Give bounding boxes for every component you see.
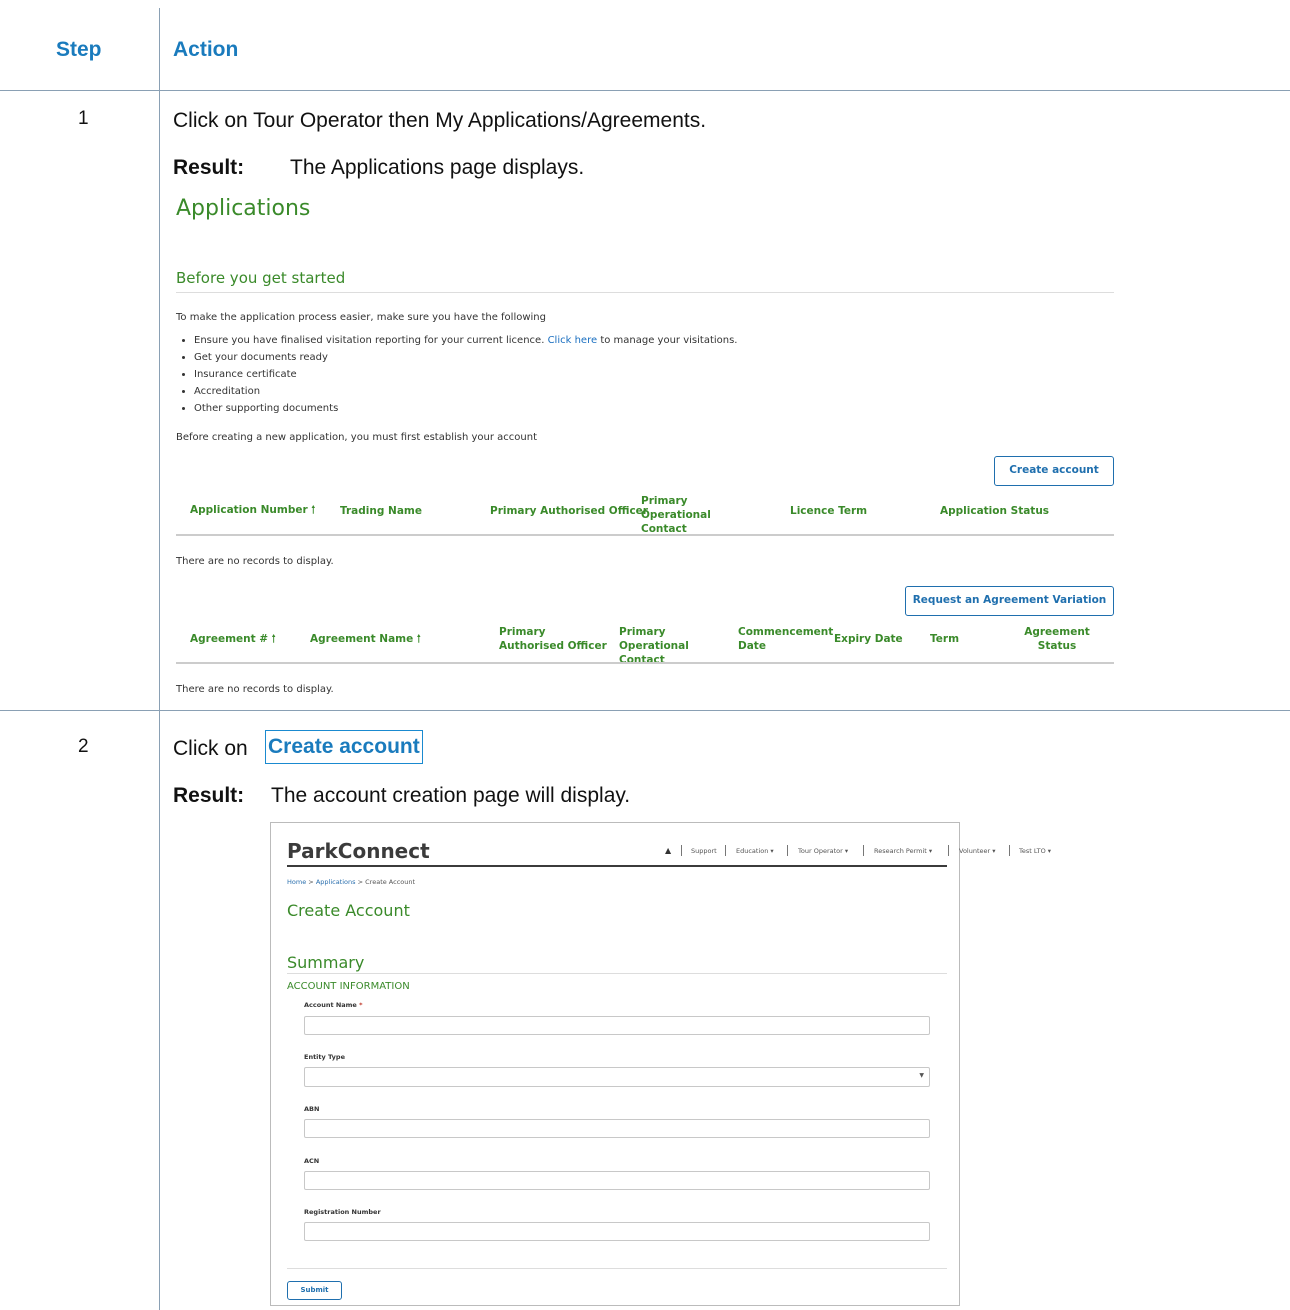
step1-instruction: Click on Tour Operator then My Applicati… (173, 109, 707, 132)
account-name-label: Account Name * (304, 1001, 363, 1009)
list-item: Other supporting documents (194, 400, 738, 417)
requirements-list: Ensure you have finalised visitation rep… (176, 332, 738, 417)
create-account-screenshot: ParkConnect ▲ Support Education ▾ Tour O… (270, 822, 1051, 1306)
sort-up-arrow-icon: 🠑 (311, 504, 316, 516)
create-account-button[interactable]: Create account (994, 456, 1114, 486)
col-agreement-contact[interactable]: Primary Operational Contact (619, 625, 729, 667)
col-agreement-name[interactable]: Agreement Name 🠑 (310, 632, 421, 646)
nav-rule (287, 865, 947, 867)
step2-result-text: The account creation page will display. (271, 784, 631, 807)
col-agreement-status[interactable]: Agreement Status (1022, 625, 1092, 653)
step-number-1: 1 (78, 108, 89, 129)
table-rule (176, 534, 1114, 536)
col-trading-name[interactable]: Trading Name (340, 504, 422, 518)
click-here-link[interactable]: Click here (548, 335, 598, 346)
abn-input[interactable] (304, 1119, 930, 1138)
nav-research-permit[interactable]: Research Permit ▾ (874, 847, 932, 855)
no-records-agreements: There are no records to display. (176, 684, 334, 695)
parkconnect-logo: ParkConnect (287, 839, 430, 863)
page-title: Create Account (287, 901, 410, 920)
account-name-input[interactable] (304, 1016, 930, 1035)
sort-up-arrow-icon: 🠑 (271, 633, 276, 645)
nav-support[interactable]: Support (691, 847, 717, 855)
summary-rule (287, 973, 947, 974)
acn-input[interactable] (304, 1171, 930, 1190)
abn-label: ABN (304, 1105, 320, 1113)
breadcrumb: Home > Applications > Create Account (287, 878, 416, 886)
home-icon[interactable]: ▲ (665, 846, 671, 855)
applications-title: Applications (176, 196, 311, 221)
section-rule (176, 292, 1114, 293)
col-primary-operational-contact[interactable]: Primary Operational Contact (641, 494, 751, 536)
form-rule (287, 1268, 947, 1269)
nav-volunteer[interactable]: Volunteer ▾ (959, 847, 996, 855)
intro-text: To make the application process easier, … (176, 312, 546, 323)
request-variation-button[interactable]: Request an Agreement Variation (905, 586, 1114, 616)
col-licence-term[interactable]: Licence Term (790, 504, 867, 518)
table-rule (176, 662, 1114, 664)
list-item: Insurance certificate (194, 366, 738, 383)
registration-number-input[interactable] (304, 1222, 930, 1241)
col-application-number[interactable]: Application Number 🠑 (190, 503, 315, 517)
row-rule (0, 710, 1290, 711)
header-step: Step (56, 38, 102, 61)
summary-title: Summary (287, 953, 365, 972)
list-item: Get your documents ready (194, 349, 738, 366)
registration-number-label: Registration Number (304, 1208, 381, 1216)
submit-button[interactable]: Submit (287, 1281, 342, 1300)
account-info-heading: ACCOUNT INFORMATION (287, 981, 410, 992)
breadcrumb-current: Create Account (365, 878, 416, 886)
before-started-heading: Before you get started (176, 269, 346, 287)
dropdown-caret-icon: ▼ (919, 1072, 924, 1079)
entity-type-label: Entity Type (304, 1053, 345, 1061)
acn-label: ACN (304, 1157, 320, 1165)
nav-tour-operator[interactable]: Tour Operator ▾ (798, 847, 848, 855)
list-item: Ensure you have finalised visitation rep… (194, 332, 738, 349)
list-item: Accreditation (194, 383, 738, 400)
col-term[interactable]: Term (930, 632, 959, 646)
col-agreement-number[interactable]: Agreement # 🠑 (190, 632, 276, 646)
nav-education[interactable]: Education ▾ (736, 847, 774, 855)
col-primary-authorised-officer[interactable]: Primary Authorised Officer (490, 504, 648, 518)
entity-type-select[interactable]: ▼ (304, 1067, 930, 1087)
step2-instruction: Click on (173, 737, 248, 760)
header-action: Action (173, 38, 239, 61)
column-divider (159, 8, 160, 1310)
col-commencement-date[interactable]: Commencement Date (738, 625, 833, 653)
breadcrumb-home[interactable]: Home (287, 878, 306, 886)
step2-result-label: Result: (173, 784, 245, 807)
nav-test-lto[interactable]: Test LTO ▾ (1019, 847, 1051, 855)
col-agreement-officer[interactable]: Primary Authorised Officer (499, 625, 609, 653)
step1-result-text: The Applications page displays. (290, 156, 585, 179)
sort-up-arrow-icon: 🠑 (416, 633, 421, 645)
step1-result-label: Result: (173, 156, 245, 179)
no-records-applications: There are no records to display. (176, 556, 334, 567)
col-application-status[interactable]: Application Status (940, 504, 1049, 518)
col-expiry-date[interactable]: Expiry Date (834, 632, 903, 646)
step-number-2: 2 (78, 736, 89, 757)
header-rule (0, 90, 1290, 91)
create-account-inline-button[interactable]: Create account (265, 730, 423, 764)
breadcrumb-applications[interactable]: Applications (316, 878, 356, 886)
before-creating-text: Before creating a new application, you m… (176, 432, 537, 443)
